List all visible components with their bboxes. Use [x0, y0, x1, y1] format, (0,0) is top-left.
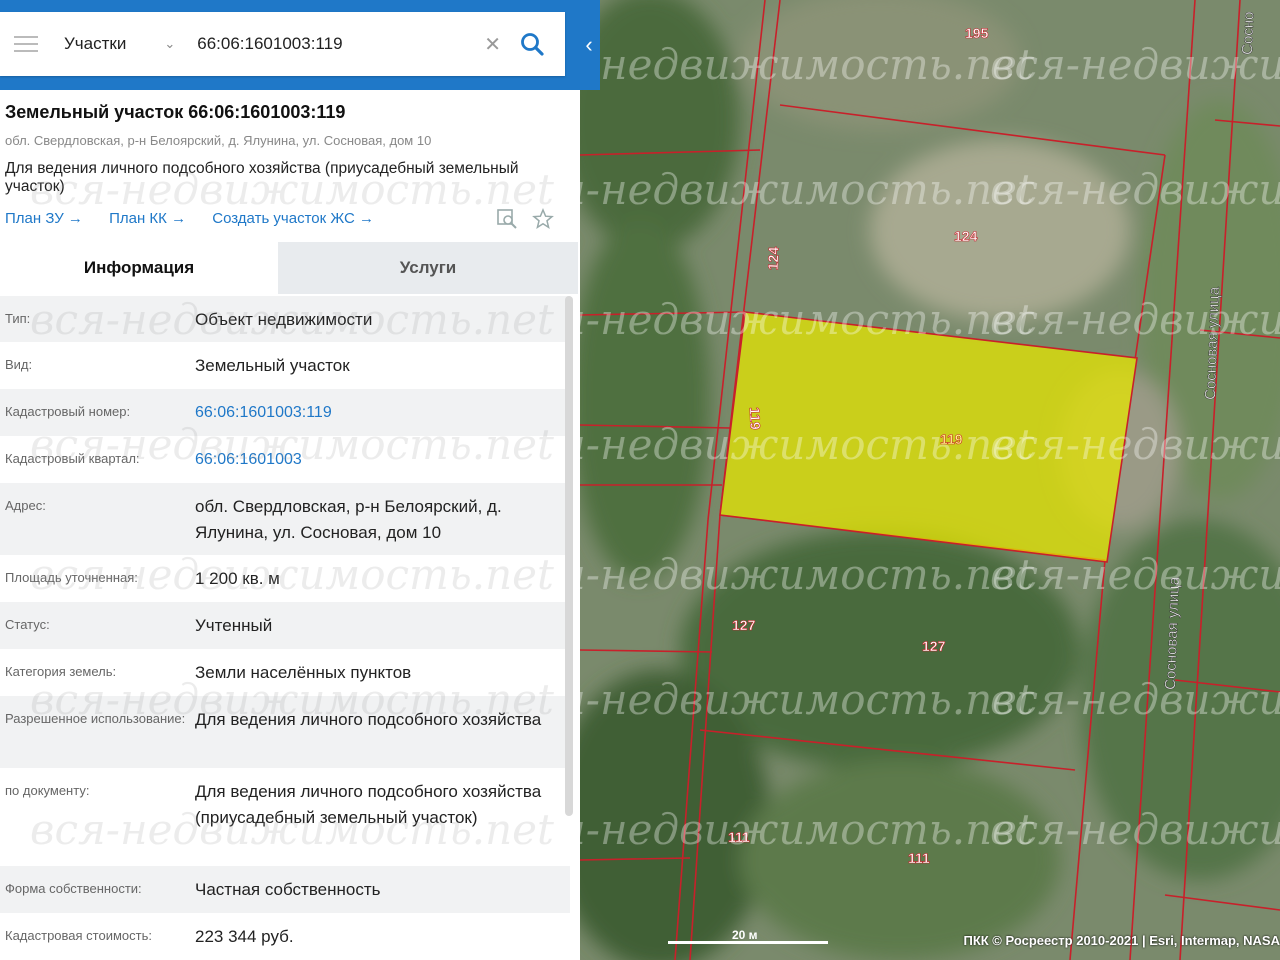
row-label: Форма собственности: [5, 881, 142, 896]
table-row: Кадастровый квартал: 66:06:1601003 [0, 436, 570, 483]
parcel-label: 124 [954, 228, 978, 244]
row-value: Частная собственность [195, 880, 381, 899]
row-label: Адрес: [5, 498, 46, 513]
close-icon[interactable]: ✕ [484, 32, 501, 57]
map-scale: 20 м [668, 928, 828, 944]
table-row: по документу: Для ведения личного подсоб… [0, 768, 570, 866]
parcel-label: 127 [922, 638, 946, 654]
street-label: Сосно [1239, 11, 1258, 55]
scrollbar[interactable] [565, 296, 573, 816]
row-value: Для ведения личного подсобного хозяйства [195, 710, 542, 729]
zoom-to-icon[interactable] [496, 208, 518, 230]
parcel-links: План ЗУ → План КК → Создать участок ЖС → [5, 210, 396, 227]
row-label: Кадастровый квартал: [5, 451, 140, 466]
row-value: 1 200 кв. м [195, 569, 280, 588]
parcel-title: Земельный участок 66:06:1601003:119 [5, 102, 346, 122]
parcel-label: 119 [747, 407, 764, 430]
row-label: Кадастровый номер: [5, 404, 131, 419]
table-row: Категория земель: Земли населённых пункт… [0, 649, 570, 696]
parcel-label: 119 [940, 431, 963, 447]
chevron-down-icon[interactable]: ⌄ [164, 36, 175, 52]
parcel-purpose: Для ведения личного подсобного хозяйства… [5, 160, 519, 195]
row-value: Для ведения личного подсобного хозяйства… [195, 782, 542, 827]
table-row: Кадастровый номер: 66:06:1601003:119 [0, 389, 570, 436]
menu-icon[interactable] [14, 36, 38, 52]
search-icon[interactable] [519, 31, 545, 57]
info-panel: Земельный участок 66:06:1601003:119 обл.… [0, 0, 580, 960]
table-row: Разрешенное использование: Для ведения л… [0, 696, 570, 768]
row-label: Категория земель: [5, 664, 117, 679]
table-row: Вид: Земельный участок [0, 342, 570, 389]
plan-kk-link[interactable]: План КК → [109, 210, 186, 227]
plan-zu-link[interactable]: План ЗУ → [5, 210, 83, 227]
search-bar: Участки ⌄ 66:06:1601003:119 ✕ [0, 12, 565, 76]
row-label: Тип: [5, 311, 31, 326]
scale-bar [668, 941, 828, 944]
parcel-label: 195 [965, 25, 989, 41]
row-value: 223 344 руб. [195, 927, 294, 946]
row-label: Вид: [5, 357, 33, 372]
attributes-table: Тип: Объект недвижимости Вид: Земельный … [0, 296, 570, 960]
row-label: Разрешенное использование: [5, 711, 186, 726]
star-icon[interactable] [532, 208, 554, 230]
parcel-header: Земельный участок 66:06:1601003:119 обл.… [0, 90, 580, 240]
parcel-label: 111 [728, 829, 750, 845]
scale-label: 20 м [732, 928, 758, 942]
table-row: Адрес: обл. Свердловская, р-н Белоярский… [0, 483, 570, 555]
row-value: Земельный участок [195, 356, 350, 375]
table-row: Форма собственности: Частная собственнос… [0, 866, 570, 913]
row-value: Учтенный [195, 616, 273, 635]
search-input[interactable]: 66:06:1601003:119 [197, 34, 484, 54]
parcel-label: 127 [732, 617, 756, 633]
row-label: Кадастровая стоимость: [5, 928, 152, 943]
table-row: Статус: Учтенный [0, 602, 570, 649]
parcel-address: обл. Свердловская, р-н Белоярский, д. Ял… [5, 133, 432, 148]
table-row: Кадастровая стоимость: 223 344 руб. [0, 913, 570, 960]
parcel-label: 124 [765, 246, 782, 270]
row-value: Земли населённых пунктов [195, 663, 412, 682]
parcel-tools [496, 208, 554, 230]
collapse-panel-icon[interactable]: ‹ [578, 30, 600, 60]
row-label: Площадь уточненная: [5, 570, 138, 585]
cadastral-quarter-link[interactable]: 66:06:1601003 [195, 436, 570, 483]
tab-info[interactable]: Информация [0, 242, 278, 294]
tab-bar: Информация Услуги [0, 242, 578, 294]
tab-services[interactable]: Услуги [278, 242, 578, 294]
parcel-label: 111 [908, 850, 930, 866]
cadastral-number-link[interactable]: 66:06:1601003:119 [195, 389, 570, 436]
table-row: Тип: Объект недвижимости [0, 296, 570, 342]
row-label: по документу: [5, 783, 90, 798]
map-credits: ПКК © Росреестр 2010-2021 | Esri, Interm… [963, 933, 1280, 948]
top-bar: Участки ⌄ 66:06:1601003:119 ✕ ‹ [0, 0, 600, 90]
table-row: Площадь уточненная: 1 200 кв. м [0, 555, 570, 602]
search-category[interactable]: Участки [64, 34, 126, 54]
row-value: Объект недвижимости [195, 310, 373, 329]
create-parcel-link[interactable]: Создать участок ЖС → [212, 210, 374, 227]
row-label: Статус: [5, 617, 50, 632]
row-value: обл. Свердловская, р-н Белоярский, д. Ял… [195, 497, 502, 542]
